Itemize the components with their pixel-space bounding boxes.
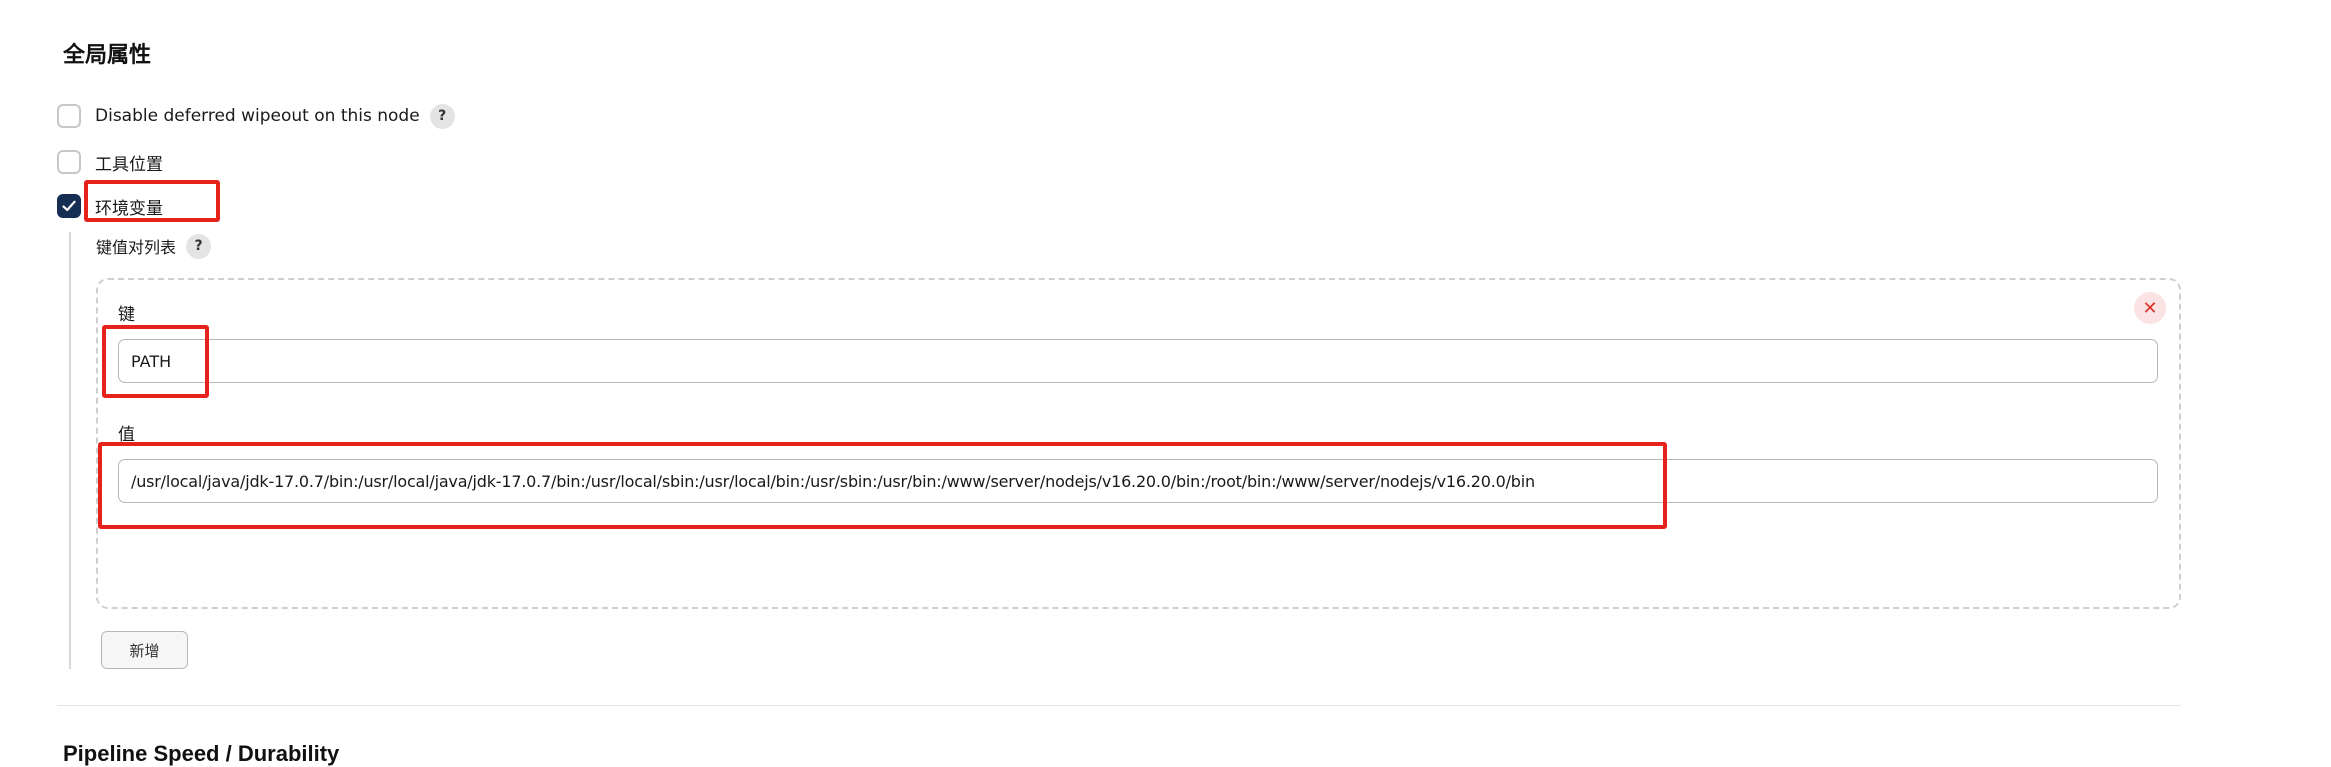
env-vars-checkbox[interactable]	[57, 194, 81, 218]
key-input[interactable]	[118, 339, 2158, 383]
disable-wipeout-help-icon[interactable]: ?	[429, 103, 455, 129]
value-input[interactable]	[118, 459, 2158, 503]
section-divider	[57, 705, 2181, 706]
tool-locations-checkbox[interactable]	[57, 150, 81, 174]
key-field-label: 键	[118, 305, 135, 325]
disable-wipeout-option: Disable deferred wipeout on this node ?	[57, 102, 455, 130]
disable-wipeout-checkbox[interactable]	[57, 104, 81, 128]
value-field-label: 值	[118, 425, 135, 445]
kv-list-header: 键值对列表 ?	[96, 232, 212, 260]
delete-entry-button[interactable]: ✕	[2134, 292, 2166, 324]
tool-locations-option: 工具位置	[57, 148, 163, 176]
add-entry-button[interactable]: 新增	[101, 631, 188, 669]
env-vars-option: 环境变量	[57, 192, 163, 220]
nested-section-rule	[69, 232, 71, 669]
kv-list-title: 键值对列表	[96, 238, 177, 257]
env-vars-label[interactable]: 环境变量	[95, 194, 163, 219]
global-properties-title: 全局属性	[63, 42, 152, 67]
tool-locations-label[interactable]: 工具位置	[95, 150, 163, 175]
kv-entry-card	[96, 278, 2181, 609]
disable-wipeout-label[interactable]: Disable deferred wipeout on this node	[95, 106, 420, 126]
kv-list-help-icon[interactable]: ?	[186, 233, 212, 259]
close-icon: ✕	[2142, 297, 2158, 319]
pipeline-speed-title: Pipeline Speed / Durability	[63, 741, 340, 766]
checkmark-icon	[62, 200, 76, 212]
